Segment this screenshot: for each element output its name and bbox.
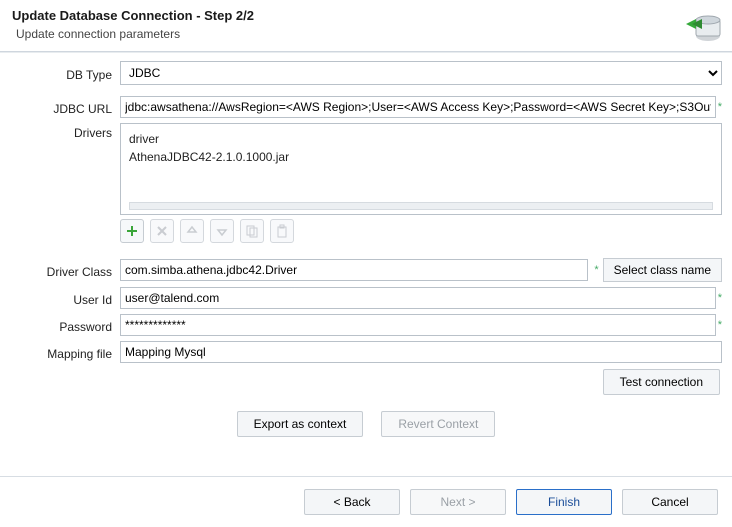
drivers-list[interactable]: driver AthenaJDBC42-2.1.0.1000.jar (120, 123, 722, 215)
wizard-header: Update Database Connection - Step 2/2 Up… (0, 0, 732, 52)
mapping-file-label: Mapping file (10, 344, 120, 361)
finish-button[interactable]: Finish (516, 489, 612, 515)
delete-icon (155, 224, 169, 238)
wizard-icon (682, 6, 722, 46)
wizard-subtitle: Update connection parameters (12, 27, 720, 41)
select-class-name-button[interactable]: Select class name (603, 258, 722, 282)
required-marker: * (718, 101, 722, 113)
driver-class-input[interactable] (120, 259, 588, 281)
password-input[interactable] (120, 314, 716, 336)
drivers-toolbar (120, 219, 722, 243)
delete-button[interactable] (150, 219, 174, 243)
paste-button[interactable] (270, 219, 294, 243)
user-id-label: User Id (10, 290, 120, 307)
db-type-label: DB Type (10, 65, 120, 82)
db-type-select[interactable]: JDBC (120, 61, 722, 85)
move-up-button[interactable] (180, 219, 204, 243)
revert-context-button[interactable]: Revert Context (381, 411, 495, 437)
drivers-column-header: driver (129, 130, 713, 148)
test-connection-button[interactable]: Test connection (603, 369, 720, 395)
user-id-input[interactable] (120, 287, 716, 309)
back-button[interactable]: < Back (304, 489, 400, 515)
arrow-down-icon (215, 224, 229, 238)
driver-item[interactable]: AthenaJDBC42-2.1.0.1000.jar (129, 148, 713, 166)
required-marker: * (718, 292, 722, 304)
copy-button[interactable] (240, 219, 264, 243)
paste-icon (275, 224, 289, 238)
scrollbar-horizontal[interactable] (129, 202, 713, 210)
drivers-label: Drivers (10, 123, 120, 140)
wizard-title: Update Database Connection - Step 2/2 (12, 8, 720, 23)
required-marker: * (718, 319, 722, 331)
mapping-file-input[interactable] (120, 341, 722, 363)
cancel-button[interactable]: Cancel (622, 489, 718, 515)
copy-icon (245, 224, 259, 238)
jdbc-url-input[interactable] (120, 96, 716, 118)
required-marker: * (594, 264, 598, 276)
export-context-button[interactable]: Export as context (237, 411, 364, 437)
password-label: Password (10, 317, 120, 334)
move-down-button[interactable] (210, 219, 234, 243)
form-area: DB Type JDBC JDBC URL * Drivers driver A… (0, 52, 732, 437)
add-button[interactable] (120, 219, 144, 243)
wizard-footer: < Back Next > Finish Cancel (0, 476, 732, 527)
jdbc-url-label: JDBC URL (10, 99, 120, 116)
driver-class-label: Driver Class (10, 262, 120, 279)
next-button[interactable]: Next > (410, 489, 506, 515)
add-icon (125, 224, 139, 238)
arrow-up-icon (185, 224, 199, 238)
